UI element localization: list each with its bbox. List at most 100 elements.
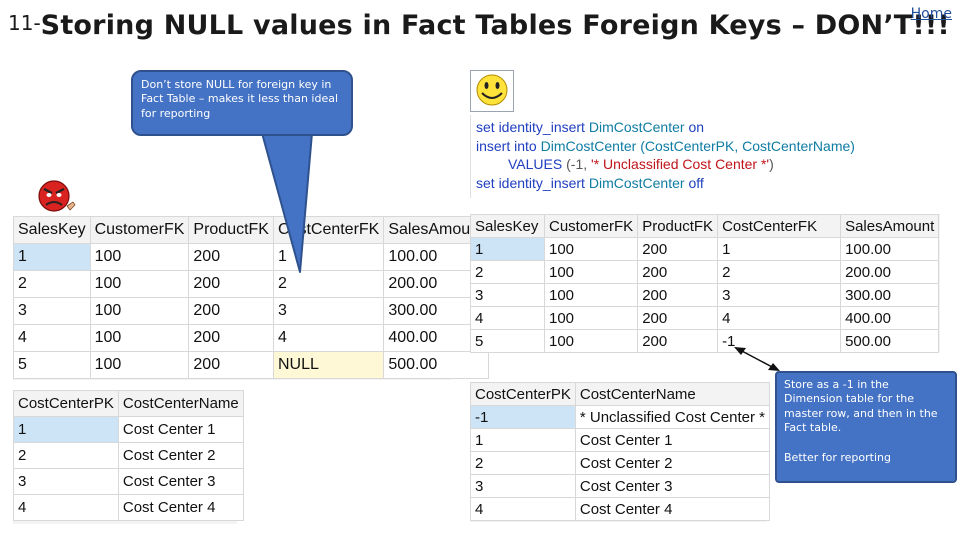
- table-cell[interactable]: 200: [188, 270, 274, 298]
- table-cell[interactable]: 2: [717, 260, 842, 284]
- table-cell[interactable]: 3: [470, 283, 545, 307]
- table-row[interactable]: 1 100 200 1 100.00: [470, 237, 940, 261]
- table-cell[interactable]: * Unclassified Cost Center *: [574, 405, 770, 429]
- home-link[interactable]: Home: [911, 6, 952, 22]
- table-row[interactable]: -1 * Unclassified Cost Center *: [470, 405, 770, 429]
- table-row[interactable]: 5 100 200 -1 500.00: [470, 329, 940, 353]
- table-row[interactable]: 3 100 200 3 300.00: [470, 283, 940, 307]
- table-cell[interactable]: 100.00: [840, 237, 940, 261]
- table-row[interactable]: 2 100 200 2 200.00: [470, 260, 940, 284]
- table-row[interactable]: 1 Cost Center 1: [13, 416, 244, 443]
- table-cell[interactable]: 5: [470, 329, 545, 353]
- null-cell[interactable]: NULL: [272, 351, 385, 379]
- table-cell[interactable]: 4: [272, 324, 385, 352]
- table-cell[interactable]: 1: [717, 237, 842, 261]
- table-cell[interactable]: 200: [188, 297, 274, 325]
- table-cell[interactable]: Cost Center 2: [574, 451, 770, 475]
- table-cell[interactable]: Cost Center 2: [117, 442, 244, 469]
- table-cell[interactable]: 4: [470, 306, 545, 330]
- table-cell[interactable]: Cost Center 1: [117, 416, 244, 443]
- table-cell[interactable]: 4: [13, 494, 119, 521]
- table-cell[interactable]: Cost Center 1: [574, 428, 770, 452]
- table-cell[interactable]: 4: [470, 497, 576, 521]
- column-header[interactable]: CustomerFK: [543, 214, 639, 238]
- table-cell[interactable]: 100: [89, 243, 190, 271]
- table-cell[interactable]: 2: [272, 270, 385, 298]
- table-cell[interactable]: Cost Center 4: [574, 497, 770, 521]
- table-cell[interactable]: 400.00: [840, 306, 940, 330]
- table-row[interactable]: 4 100 200 4 400.00: [470, 306, 940, 330]
- table-row[interactable]: 3 Cost Center 3: [13, 468, 244, 495]
- table-cell[interactable]: 500.00: [383, 351, 489, 379]
- table-cell[interactable]: 100: [89, 351, 190, 379]
- table-cell[interactable]: 3: [470, 474, 576, 498]
- table-cell[interactable]: 300.00: [840, 283, 940, 307]
- table-cell[interactable]: 3: [717, 283, 842, 307]
- table-cell[interactable]: 3: [13, 297, 91, 325]
- table-row[interactable]: 2 Cost Center 2: [470, 451, 770, 475]
- table-cell[interactable]: 100: [543, 260, 639, 284]
- table-cell[interactable]: 1: [272, 243, 385, 271]
- column-header[interactable]: SalesKey: [470, 214, 545, 238]
- table-cell[interactable]: 100: [89, 270, 190, 298]
- table-cell[interactable]: -1: [470, 405, 576, 429]
- column-header[interactable]: CustomerFK: [89, 216, 190, 244]
- table-cell[interactable]: 100: [89, 324, 190, 352]
- table-cell[interactable]: 200: [188, 351, 274, 379]
- table-cell[interactable]: 2: [13, 442, 119, 469]
- dim-table-good-grid: CostCenterPK CostCenterName -1 * Unclass…: [470, 382, 770, 522]
- table-cell[interactable]: 100: [543, 283, 639, 307]
- table-cell[interactable]: 200: [188, 243, 274, 271]
- column-header[interactable]: CostCenterPK: [470, 382, 576, 406]
- table-cell[interactable]: 100: [543, 306, 639, 330]
- table-row[interactable]: 5 100 200 NULL 500.00: [13, 351, 489, 379]
- unknown-member-cell[interactable]: -1: [717, 329, 842, 353]
- table-row[interactable]: 4 Cost Center 4: [13, 494, 244, 521]
- table-cell[interactable]: 1: [13, 416, 119, 443]
- column-header[interactable]: CostCenterName: [117, 390, 244, 417]
- table-cell[interactable]: 2: [470, 451, 576, 475]
- column-header[interactable]: CostCenterPK: [13, 390, 119, 417]
- table-cell[interactable]: 200.00: [840, 260, 940, 284]
- table-cell[interactable]: 2: [13, 270, 91, 298]
- table-cell[interactable]: 100: [543, 329, 639, 353]
- table-row[interactable]: 3 100 200 3 300.00: [13, 297, 489, 325]
- table-cell[interactable]: 5: [13, 351, 91, 379]
- table-cell[interactable]: 1: [13, 243, 91, 271]
- column-header[interactable]: CostCenterFK: [717, 214, 842, 238]
- table-row[interactable]: 1 Cost Center 1: [470, 428, 770, 452]
- column-header[interactable]: CostCenterName: [574, 382, 770, 406]
- fact-table-good: SalesKey CustomerFK ProductFK CostCenter…: [470, 214, 940, 353]
- table-cell[interactable]: 200: [637, 329, 719, 353]
- smiley-face-icon: [470, 70, 514, 112]
- table-cell[interactable]: 4: [13, 324, 91, 352]
- table-cell[interactable]: 4: [717, 306, 842, 330]
- table-cell[interactable]: 1: [470, 237, 545, 261]
- table-row[interactable]: 1 100 200 1 100.00: [13, 243, 489, 271]
- table-cell[interactable]: 1: [470, 428, 576, 452]
- table-row[interactable]: 2 Cost Center 2: [13, 442, 244, 469]
- table-row[interactable]: 2 100 200 2 200.00: [13, 270, 489, 298]
- column-header[interactable]: ProductFK: [637, 214, 719, 238]
- table-cell[interactable]: 2: [470, 260, 545, 284]
- table-cell[interactable]: 100: [543, 237, 639, 261]
- table-cell[interactable]: 200: [637, 260, 719, 284]
- column-header[interactable]: SalesKey: [13, 216, 91, 244]
- table-cell[interactable]: 100: [89, 297, 190, 325]
- table-cell[interactable]: 500.00: [840, 329, 940, 353]
- table-cell[interactable]: 200: [637, 237, 719, 261]
- table-cell[interactable]: Cost Center 3: [117, 468, 244, 495]
- column-header[interactable]: SalesAmount: [840, 214, 940, 238]
- table-cell[interactable]: Cost Center 3: [574, 474, 770, 498]
- column-header[interactable]: CostCenterFK: [272, 216, 385, 244]
- table-cell[interactable]: 200: [637, 283, 719, 307]
- table-cell[interactable]: 3: [272, 297, 385, 325]
- table-row[interactable]: 3 Cost Center 3: [470, 474, 770, 498]
- table-row[interactable]: 4 Cost Center 4: [470, 497, 770, 521]
- table-cell[interactable]: 200: [188, 324, 274, 352]
- table-cell[interactable]: 3: [13, 468, 119, 495]
- table-row[interactable]: 4 100 200 4 400.00: [13, 324, 489, 352]
- table-cell[interactable]: Cost Center 4: [117, 494, 244, 521]
- table-cell[interactable]: 200: [637, 306, 719, 330]
- column-header[interactable]: ProductFK: [188, 216, 274, 244]
